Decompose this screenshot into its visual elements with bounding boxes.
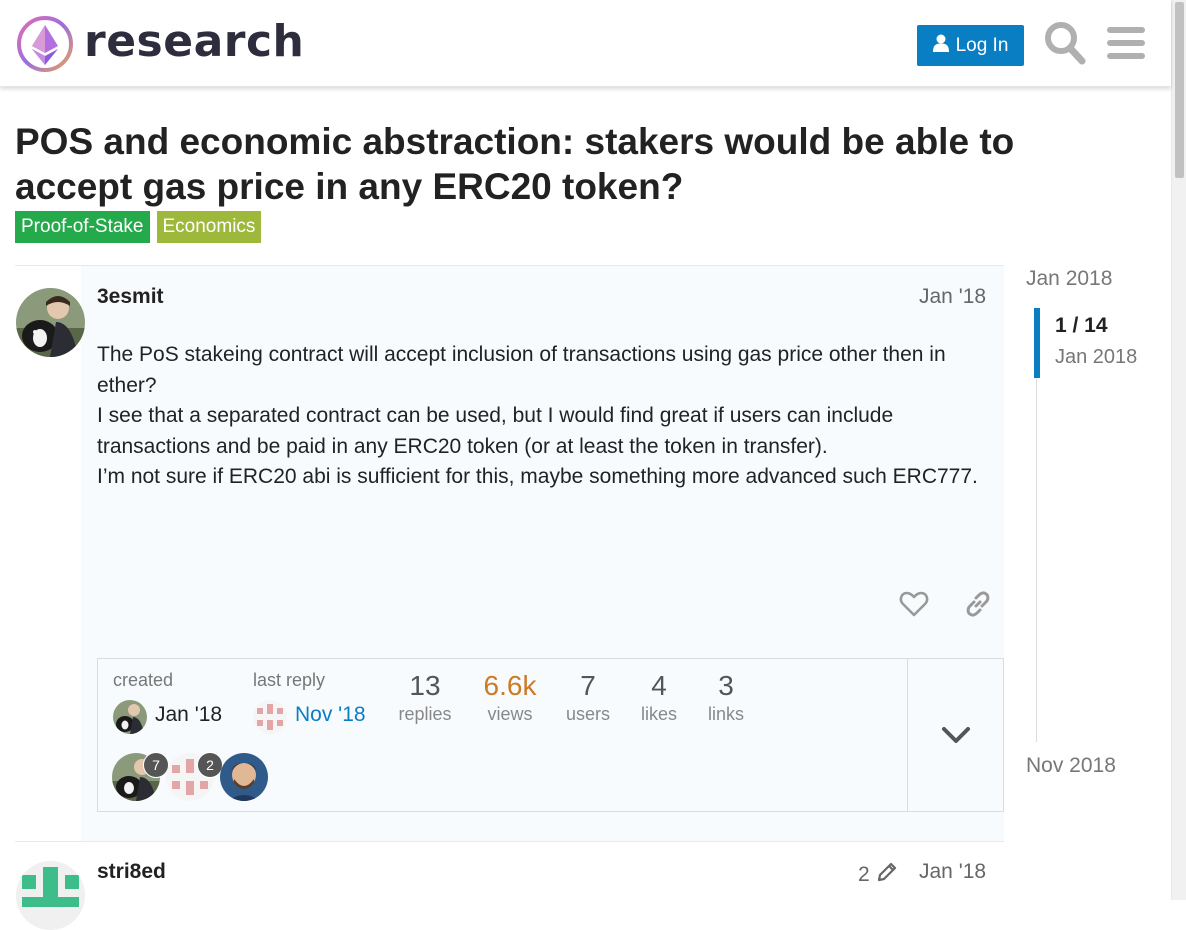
stat-number: 7 [580,670,596,701]
tag-economics[interactable]: Economics [156,211,262,243]
stat-label: replies [398,704,452,724]
post-date[interactable]: Jan '18 [919,285,986,309]
avatar[interactable] [253,700,287,734]
avatar[interactable] [16,861,85,930]
post-date[interactable]: Jan '18 [919,860,986,884]
scrollbar-thumb[interactable] [1175,2,1184,178]
timeline-end-date[interactable]: Nov 2018 [1026,754,1116,778]
user-icon [932,34,949,58]
avatar[interactable] [113,700,147,734]
search-icon[interactable] [1043,20,1087,66]
stat-number: 6.6k [483,670,537,701]
edit-count: 2 [858,863,870,886]
created-label: created [113,670,174,690]
pencil-icon [876,861,898,889]
created-date[interactable]: Jan '18 [155,703,222,727]
login-label: Log In [955,34,1009,56]
post-paragraph: I’m not sure if ERC20 abi is sufficient … [97,465,978,488]
stat-likes: 4 likes [634,669,684,725]
post-paragraph: I see that a separated contract can be u… [97,404,894,458]
expand-topic-map-chevron-down-icon[interactable] [908,659,1003,811]
stat-links: 3 links [701,669,751,725]
stat-label: users [565,704,610,724]
stat-number: 4 [651,670,667,701]
divider [15,841,1004,842]
site-logo-text[interactable]: research [84,14,304,70]
post-paragraph: The PoS stakeing contract will accept in… [97,343,946,397]
stat-label: links [707,704,744,724]
participant-avatar[interactable] [220,753,268,801]
avatar[interactable] [16,288,85,357]
stat-users: 7 users [558,669,618,725]
stat-number: 13 [409,670,441,701]
timeline-position: 1 / 14 [1055,314,1108,337]
ethereum-logo-icon[interactable] [16,15,74,73]
timeline-start-date[interactable]: Jan 2018 [1026,267,1112,291]
stat-label: likes [640,704,677,724]
site-header: research Log In [0,0,1171,87]
edit-history-button[interactable]: 2 [858,861,898,889]
post-username[interactable]: 3esmit [97,285,164,309]
share-link-icon[interactable] [962,588,994,620]
login-button[interactable]: Log In [917,25,1024,66]
hamburger-menu-icon[interactable] [1106,22,1146,64]
stat-label: views [487,704,533,724]
page-scrollbar[interactable] [1171,0,1186,900]
topic-map: created Jan '18 last reply Nov '18 13 re… [97,658,1004,812]
stat-replies: 13 replies [395,669,455,725]
stat-number: 3 [718,670,734,701]
timeline-scroll-handle[interactable] [1034,308,1040,378]
like-heart-icon[interactable] [898,588,930,620]
tag-proof-of-stake[interactable]: Proof-of-Stake [15,211,150,243]
stat-views: 6.6k views [475,669,545,725]
last-reply-label: last reply [253,670,326,690]
topic-tags: Proof-of-Stake Economics [15,211,262,243]
topic-title[interactable]: POS and economic abstraction: stakers wo… [15,119,1015,209]
timeline-current-date: Jan 2018 [1055,346,1138,368]
post-content: The PoS stakeing contract will accept in… [97,340,997,493]
post-username[interactable]: stri8ed [97,860,166,884]
last-reply-date[interactable]: Nov '18 [295,703,366,727]
